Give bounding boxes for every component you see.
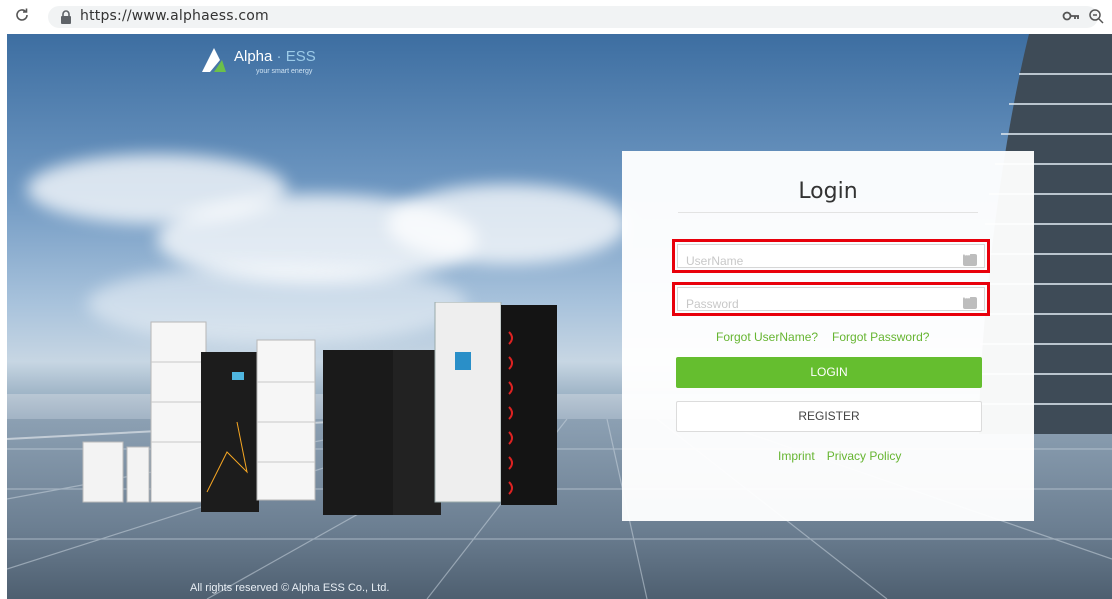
imprint-link[interactable]: Imprint	[778, 449, 815, 463]
title-divider	[678, 212, 978, 213]
cloud	[387, 184, 627, 264]
password-manager-icon[interactable]	[963, 293, 977, 309]
logo-text: Alpha · ESS	[234, 48, 316, 65]
password-placeholder: Password	[686, 297, 739, 311]
alpha-ess-logo[interactable]: Alpha · ESS your smart energy	[200, 42, 340, 82]
reload-icon[interactable]	[14, 7, 32, 25]
key-icon[interactable]	[1062, 9, 1080, 23]
forgot-links: Forgot UserName? Forgot Password?	[716, 330, 956, 344]
privacy-policy-link[interactable]: Privacy Policy	[827, 449, 902, 463]
url-text[interactable]: https://www.alphaess.com	[80, 8, 269, 24]
login-panel: Login UserName Password Forgot UserName?…	[622, 151, 1034, 521]
forgot-password-link[interactable]: Forgot Password?	[832, 330, 929, 344]
password-field[interactable]: Password	[677, 287, 985, 311]
login-title: Login	[798, 179, 858, 204]
login-button[interactable]: LOGIN	[676, 357, 982, 388]
zoom-icon[interactable]	[1088, 8, 1104, 24]
product-lineup-image	[82, 302, 557, 515]
brand-tagline: your smart energy	[256, 68, 313, 75]
brand-suffix: ESS	[285, 48, 316, 65]
username-field[interactable]: UserName	[677, 244, 985, 268]
username-placeholder: UserName	[686, 254, 744, 268]
panel-footer-links: Imprint Privacy Policy	[778, 449, 913, 463]
logo-mark-icon	[202, 48, 226, 72]
brand-name: Alpha	[234, 48, 273, 65]
browser-toolbar: https://www.alphaess.com	[0, 0, 1112, 34]
register-button[interactable]: REGISTER	[676, 401, 982, 432]
forgot-username-link[interactable]: Forgot UserName?	[716, 330, 818, 344]
password-manager-icon[interactable]	[963, 250, 977, 266]
copyright-text: All rights reserved © Alpha ESS Co., Ltd…	[190, 582, 390, 594]
lock-icon	[60, 10, 72, 24]
